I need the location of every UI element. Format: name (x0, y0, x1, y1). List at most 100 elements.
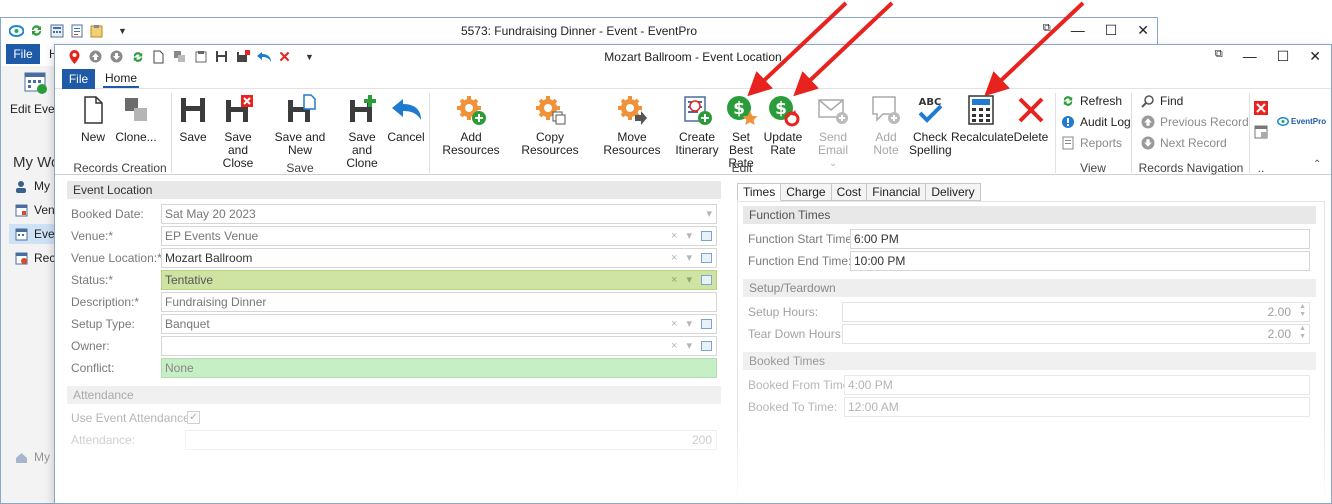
arrow-down-circle-icon (1141, 136, 1155, 150)
reports-button[interactable]: Reports (1061, 136, 1122, 150)
conflict-field: None (161, 358, 717, 378)
find-button[interactable]: Find (1141, 94, 1183, 108)
tab-charge[interactable]: Charge (781, 183, 832, 201)
function-end-time-field[interactable]: 10:00 PM (850, 251, 1310, 271)
audit-log-button[interactable]: Audit Log (1061, 115, 1131, 129)
function-start-time-field[interactable]: 6:00 PM (850, 229, 1310, 249)
undo-arrow-icon (392, 99, 421, 120)
refresh-button[interactable]: Refresh (1061, 94, 1122, 108)
tear-down-hours-field[interactable]: 2.00 ▲ ▼ (842, 324, 1310, 344)
save-and-close-button[interactable]: Save and Close (213, 93, 263, 170)
cancel-button[interactable]: Cancel (387, 93, 425, 144)
tab-delivery[interactable]: Delivery (926, 183, 981, 201)
save-close-label-1: Save and (224, 130, 252, 157)
clear-icon[interactable]: × (671, 271, 677, 289)
home-icon (15, 451, 28, 464)
update-rate-button[interactable]: $ Update Rate (763, 93, 803, 157)
description-field[interactable]: Fundraising Dinner (161, 292, 717, 312)
copy-resources-button[interactable]: Copy Resources (509, 93, 591, 157)
clear-icon[interactable]: × (671, 315, 677, 333)
new-label: New (80, 130, 105, 144)
envelope-icon (818, 99, 848, 124)
spin-icon[interactable]: ▲ ▼ (1299, 303, 1306, 319)
owner-field[interactable]: × ▾ (161, 336, 717, 356)
attendance-field[interactable]: 200 (185, 430, 717, 450)
close-record-icon[interactable] (1254, 101, 1268, 115)
background-file-tab[interactable]: File (6, 44, 40, 64)
maximize-icon[interactable]: ☐ (1105, 22, 1118, 39)
nav-item-my-home[interactable]: My (15, 450, 50, 464)
ribbon: New Clone... Records Creation Save Save … (55, 89, 1331, 175)
venue-label: Venue:* (71, 229, 114, 243)
open-record-icon[interactable] (701, 341, 712, 351)
file-tab[interactable]: File (62, 69, 95, 89)
booked-from-time-field[interactable]: 4:00 PM (844, 375, 1310, 395)
delete-x-icon (1018, 97, 1044, 123)
send-email-button[interactable]: Send Email ⌄ (803, 93, 863, 170)
background-window-controls: ⧉ — ☐ ✕ (1043, 22, 1149, 39)
restore-icon[interactable]: ⧉ (1215, 48, 1223, 65)
setup-type-field[interactable]: Banquet × ▾ (161, 314, 717, 334)
booked-date-row: Booked Date: Sat May 20 2023 ▾ (71, 204, 717, 224)
setup-type-label: Setup Type: (71, 317, 135, 331)
tab-times[interactable]: Times (737, 183, 782, 201)
clear-icon[interactable]: × (671, 227, 677, 245)
status-field[interactable]: Tentative × ▾ (161, 270, 717, 290)
close-icon[interactable]: ✕ (1137, 22, 1149, 39)
save-and-clone-button[interactable]: Save and Clone (337, 93, 387, 170)
chevron-down-icon[interactable]: ▾ (686, 249, 692, 267)
open-record-icon[interactable] (701, 319, 712, 329)
home-tab[interactable]: Home (103, 71, 140, 88)
set-best-rate-button[interactable]: $ Set Best Rate (719, 93, 763, 170)
tab-financial[interactable]: Financial (867, 183, 927, 201)
chevron-down-icon[interactable]: ▾ (686, 271, 692, 289)
close-icon[interactable]: ✕ (1309, 48, 1321, 65)
tab-cost[interactable]: Cost (831, 183, 868, 201)
chevron-down-icon[interactable]: ▾ (686, 337, 692, 355)
add-note-button[interactable]: Add Note (861, 93, 911, 157)
minimize-icon[interactable]: — (1243, 48, 1257, 65)
setup-hours-field[interactable]: 2.00 ▲ ▼ (842, 302, 1310, 322)
open-record-icon[interactable] (701, 275, 712, 285)
maximize-icon[interactable]: ☐ (1277, 48, 1290, 65)
clear-icon[interactable]: × (671, 249, 677, 267)
function-end-time-label: Function End Time: (748, 254, 852, 268)
edit-event-icon[interactable] (23, 70, 49, 96)
spin-icon[interactable]: ▲ ▼ (1299, 325, 1306, 341)
restore-icon[interactable]: ⧉ (1043, 22, 1051, 39)
booked-date-field[interactable]: Sat May 20 2023 ▾ (161, 204, 717, 224)
move-resources-button[interactable]: Move Resources (591, 93, 673, 157)
open-record-icon[interactable] (701, 253, 712, 263)
venue-location-field[interactable]: Mozart Ballroom × ▾ (161, 248, 717, 268)
chevron-down-icon[interactable]: ▾ (686, 315, 692, 333)
save-icon (181, 98, 205, 122)
window-controls: ⧉ — ☐ ✕ (1215, 48, 1321, 65)
window-title: Mozart Ballroom - Event Location (604, 50, 782, 64)
check-spelling-button[interactable]: ABC Check Spelling (909, 93, 952, 157)
collapse-ribbon-icon[interactable]: ⌃ (1313, 159, 1321, 170)
use-event-attendance-checkbox[interactable]: ✓ (187, 411, 200, 424)
add-resources-button[interactable]: Add Resources (433, 93, 509, 157)
previous-record-button[interactable]: Previous Record (1141, 115, 1249, 129)
venue-field[interactable]: EP Events Venue × ▾ (161, 226, 717, 246)
save-and-new-button[interactable]: Save and New (263, 93, 337, 157)
booked-to-time-field[interactable]: 12:00 AM (844, 397, 1310, 417)
next-record-button[interactable]: Next Record (1141, 136, 1227, 150)
minimize-icon[interactable]: — (1071, 22, 1085, 39)
create-itinerary-button[interactable]: Create Itinerary (673, 93, 721, 157)
clear-icon[interactable]: × (671, 337, 677, 355)
save-button[interactable]: Save (175, 93, 211, 144)
recalculate-button[interactable]: Recalculate (951, 93, 1014, 144)
svg-text:$: $ (733, 99, 745, 119)
new-button[interactable]: New (75, 93, 111, 144)
nav-item-events[interactable]: Even (9, 224, 61, 244)
delete-button[interactable]: Delete (1011, 93, 1051, 144)
save-new-label: Save and New (274, 130, 326, 157)
owner-row: Owner: × ▾ (71, 336, 717, 356)
function-end-time-value: 10:00 PM (854, 254, 906, 268)
window-layout-icon[interactable] (1254, 125, 1268, 139)
chevron-down-icon[interactable]: ▾ (706, 205, 712, 223)
chevron-down-icon[interactable]: ▾ (686, 227, 692, 245)
open-record-icon[interactable] (701, 231, 712, 241)
clone-button[interactable]: Clone... (113, 93, 159, 144)
